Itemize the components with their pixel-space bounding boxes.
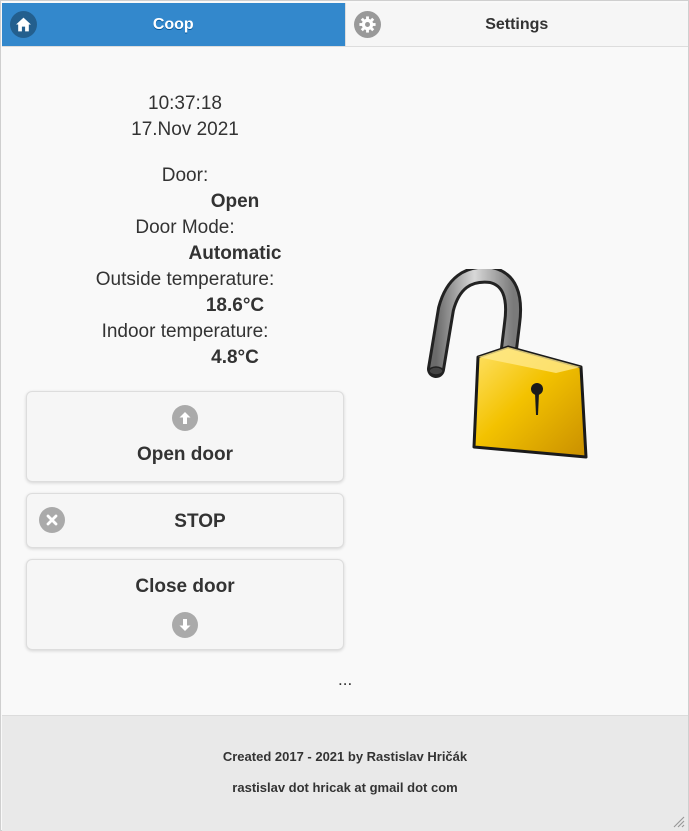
open-door-label: Open door [136, 444, 234, 465]
open-padlock-icon [427, 269, 588, 459]
resize-grip-icon[interactable] [671, 814, 685, 828]
footer-credit: Created 2017 - 2021 by Rastislav Hričák [222, 749, 468, 764]
outside-temperature-value: 18.6°C [205, 295, 265, 316]
arrow-up-icon [172, 405, 198, 431]
door-mode-value: Automatic [188, 243, 282, 264]
stop-label: STOP [174, 511, 226, 532]
gear-icon [353, 11, 381, 38]
ellipsis-indicator: ... [338, 670, 353, 689]
close-door-label: Close door [135, 576, 235, 597]
indoor-temperature-value: 4.8°C [211, 347, 259, 368]
tab-settings-label: Settings [485, 15, 549, 33]
tab-settings[interactable]: Settings [344, 3, 688, 46]
door-mode-label: Door Mode: [135, 217, 235, 238]
tab-coop[interactable]: Coop [2, 3, 345, 46]
outside-temperature-label: Outside temperature: [95, 269, 275, 290]
tab-coop-label: Coop [152, 15, 194, 33]
door-label: Door: [161, 165, 209, 186]
arrow-down-icon [172, 612, 198, 638]
door-value: Open [210, 191, 260, 212]
footer-contact: rastislav dot hricak at gmail dot com [232, 780, 458, 795]
clock-time: 10:37:18 [148, 93, 222, 114]
tab-bar: Coop Settings [2, 3, 688, 47]
stop-button[interactable]: STOP [26, 493, 344, 548]
close-door-button[interactable]: Close door [26, 559, 344, 650]
indoor-temperature-label: Indoor temperature: [101, 321, 269, 342]
clock-date: 17.Nov 2021 [131, 119, 239, 140]
footer: Created 2017 - 2021 by Rastislav Hričák … [2, 715, 688, 831]
home-icon [10, 11, 37, 38]
app-frame: Coop Settings 10:37:18 17.Nov 2021 Door:… [0, 0, 689, 831]
open-door-button[interactable]: Open door [26, 391, 344, 482]
